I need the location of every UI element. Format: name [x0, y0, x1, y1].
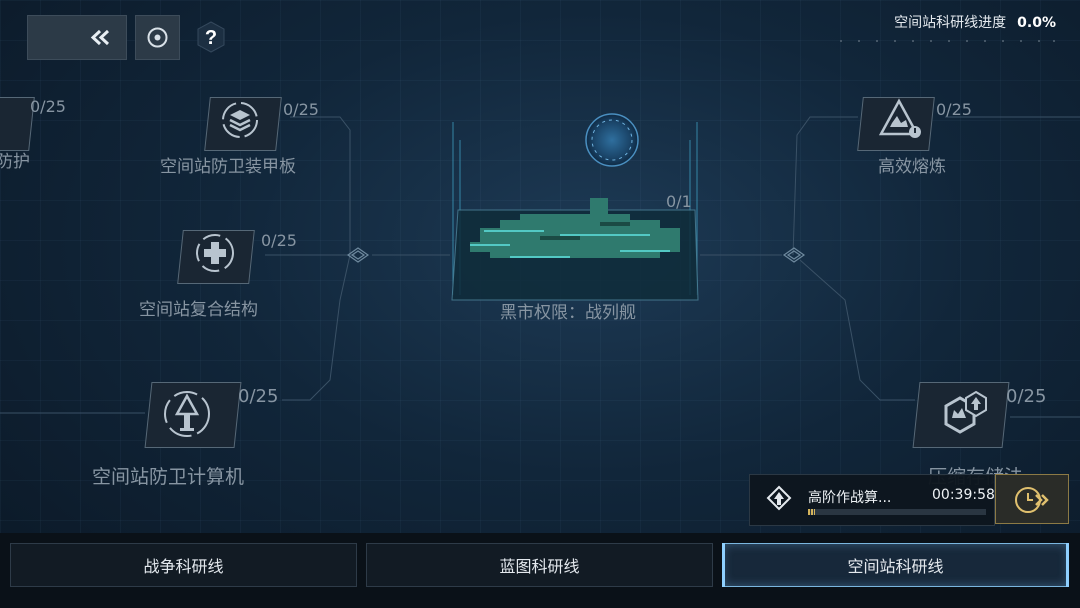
research-task-panel[interactable]: 高阶作战算... 00:39:58: [749, 474, 995, 526]
node-label: 黑市权限：战列舰: [500, 303, 636, 323]
task-progress-track: [808, 509, 986, 515]
svg-text:?: ?: [205, 27, 217, 49]
tab-station-research[interactable]: 空间站科研线: [722, 543, 1069, 587]
research-node-black-market-battleship[interactable]: 0/1 黑市权限：战列舰: [440, 110, 710, 330]
tab-label: 空间站科研线: [847, 557, 944, 576]
node-label: 防护: [0, 152, 30, 172]
tab-label: 蓝图科研线: [499, 557, 580, 576]
node-count: 0/25: [261, 231, 297, 250]
research-progress: 空间站科研线进度 0.0%: [880, 12, 1056, 32]
node-label: 空间站防卫装甲板: [160, 157, 296, 177]
task-timer: 00:39:58: [932, 487, 995, 503]
progress-dots: [840, 40, 1055, 42]
research-node-composite-structure[interactable]: 0/25 空间站复合结构: [135, 225, 315, 325]
warship-upgrade-icon: [766, 485, 792, 511]
node-count: 0/25: [30, 97, 66, 116]
node-count: 0/25: [238, 386, 279, 407]
node-count: 0/25: [1006, 386, 1047, 407]
research-node-defense-computer[interactable]: 0/25 空间站防卫计算机: [90, 378, 290, 493]
research-node-protection[interactable]: 0/25 防护: [0, 95, 80, 175]
research-node-armor-plate[interactable]: 0/25 空间站防卫装甲板: [155, 92, 335, 182]
task-progress-fill: [808, 509, 816, 515]
double-chevron-left-icon: [90, 29, 110, 46]
target-icon: [147, 27, 168, 48]
smelting-icon: [878, 98, 921, 138]
task-name: 高阶作战算...: [808, 490, 892, 506]
node-count: 0/1: [666, 192, 692, 211]
research-node-efficient-smelting[interactable]: 0/25 高效熔炼: [855, 92, 995, 182]
tab-label: 战争科研线: [143, 557, 224, 576]
compressed-storage-icon: [944, 390, 987, 434]
tab-blueprint-research[interactable]: 蓝图科研线: [366, 543, 713, 587]
defense-computer-icon: [164, 391, 210, 437]
composite-structure-icon: [196, 234, 234, 272]
help-button[interactable]: ?: [192, 18, 230, 56]
node-label: 空间站复合结构: [139, 300, 258, 320]
back-button[interactable]: [27, 15, 127, 60]
clock-speedup-icon: [1015, 487, 1049, 513]
armor-plate-icon: [222, 102, 258, 138]
progress-value: 0.0%: [1017, 15, 1056, 31]
progress-label: 空间站科研线进度: [894, 15, 1007, 31]
help-icon: ?: [197, 21, 225, 53]
target-button[interactable]: [135, 15, 180, 60]
tab-war-research[interactable]: 战争科研线: [10, 543, 357, 587]
node-count: 0/25: [936, 100, 972, 119]
speedup-button[interactable]: [995, 474, 1069, 524]
node-label: 空间站防卫计算机: [92, 466, 245, 488]
node-label: 高效熔炼: [878, 157, 946, 177]
node-count: 0/25: [283, 100, 319, 119]
